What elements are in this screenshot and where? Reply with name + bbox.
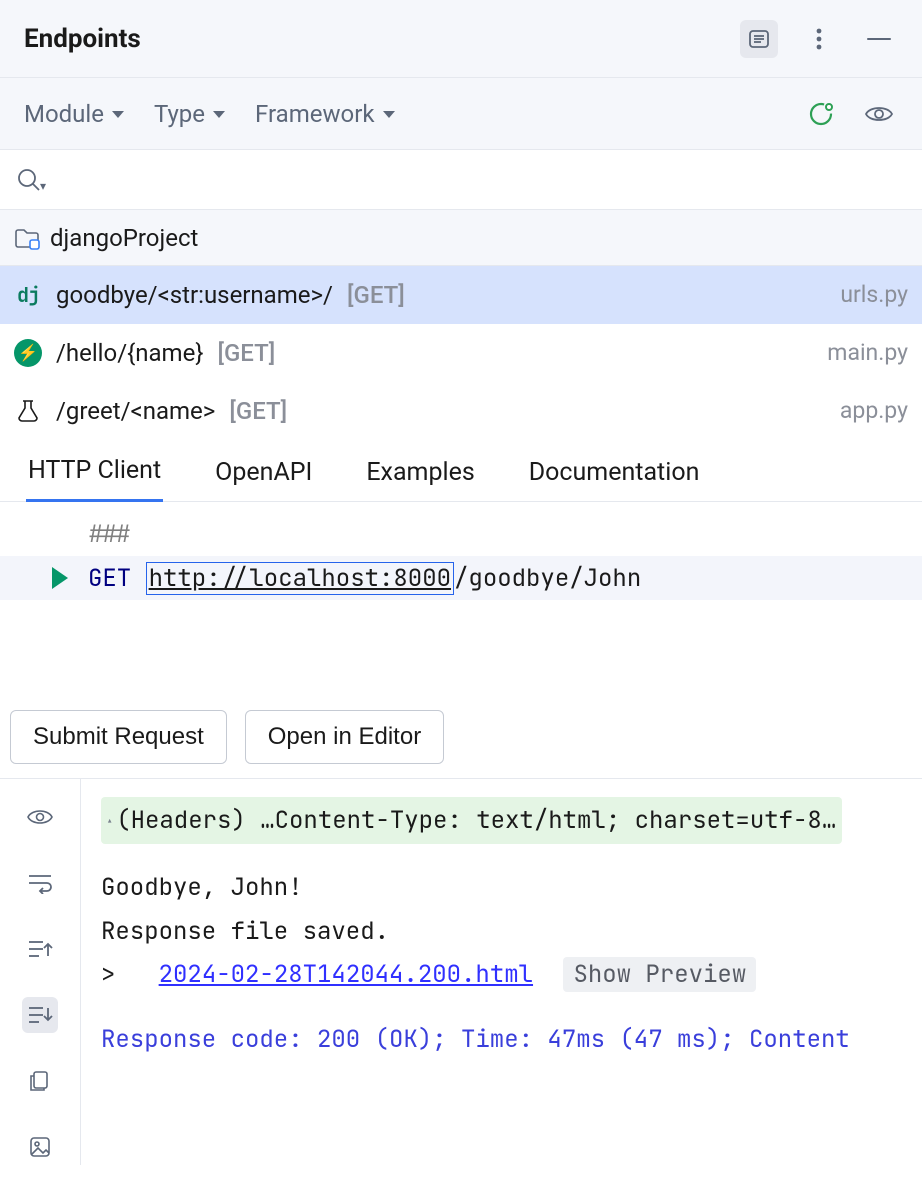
chevron-down-icon [383, 111, 395, 118]
endpoint-method: [GET] [347, 281, 405, 309]
response-headers-line[interactable]: ▸ (Headers) …Content-Type: text/html; ch… [101, 797, 842, 844]
filter-framework-label: Framework [255, 100, 374, 128]
filter-type[interactable]: Type [154, 100, 225, 128]
tab-documentation[interactable]: Documentation [527, 458, 702, 501]
request-url-host[interactable]: http://localhost:8000 [146, 562, 454, 595]
response-status-line: Response code: 200 (OK); Time: 47ms (47 … [101, 1018, 922, 1061]
search-row[interactable]: ▾ [0, 150, 922, 210]
image-icon[interactable] [22, 1129, 58, 1165]
filter-right-icons [802, 95, 898, 133]
response-body: ▸ (Headers) …Content-Type: text/html; ch… [80, 779, 922, 1165]
project-row[interactable]: djangoProject [0, 210, 922, 266]
response-body-line: Goodbye, John! [101, 866, 922, 909]
endpoint-method: [GET] [229, 397, 287, 425]
endpoint-path: /hello/{name} [56, 339, 203, 367]
request-method: GET [88, 563, 131, 594]
endpoint-path: goodbye/<str:username>/ [56, 281, 333, 309]
filter-module[interactable]: Module [24, 100, 124, 128]
filter-bar: Module Type Framework [0, 78, 922, 150]
response-gutter [0, 779, 80, 1165]
filter-module-label: Module [24, 100, 104, 128]
endpoint-row[interactable]: dj goodbye/<str:username>/ [GET] urls.py [0, 266, 922, 324]
response-panel: ▸ (Headers) …Content-Type: text/html; ch… [0, 778, 922, 1165]
endpoint-row[interactable]: ⚡ /hello/{name} [GET] main.py [0, 324, 922, 382]
visibility-icon[interactable] [860, 95, 898, 133]
scroll-to-top-icon[interactable] [22, 931, 58, 967]
filter-type-label: Type [154, 100, 205, 128]
chevron-right-icon: ▸ [100, 817, 122, 824]
eye-icon[interactable] [22, 799, 58, 835]
open-in-editor-button[interactable]: Open in Editor [245, 710, 444, 764]
tab-openapi[interactable]: OpenAPI [213, 458, 314, 501]
filter-framework[interactable]: Framework [255, 100, 394, 128]
endpoint-file: main.py [827, 339, 908, 366]
titlebar: Endpoints [0, 0, 922, 78]
filters: Module Type Framework [24, 100, 395, 128]
titlebar-icons [740, 20, 898, 58]
panel-title: Endpoints [24, 24, 141, 54]
endpoint-row[interactable]: /greet/<name> [GET] app.py [0, 382, 922, 440]
chevron-down-icon [112, 111, 124, 118]
flask-icon [14, 397, 42, 425]
angle-bracket: > [101, 959, 115, 990]
search-icon [16, 167, 42, 193]
minimize-icon[interactable] [860, 20, 898, 58]
endpoint-file: urls.py [840, 281, 908, 308]
headers-label: (Headers) [116, 799, 246, 842]
response-saved-line: Response file saved. [101, 910, 922, 953]
endpoint-path: /greet/<name> [56, 397, 215, 425]
response-file-link[interactable]: 2024-02-28T142044.200.html [159, 959, 533, 990]
request-buttons: Submit Request Open in Editor [0, 600, 922, 778]
view-mode-icon[interactable] [740, 20, 778, 58]
fastapi-icon: ⚡ [14, 339, 42, 367]
tab-examples[interactable]: Examples [364, 458, 476, 501]
refresh-icon[interactable] [802, 95, 840, 133]
endpoint-file: app.py [840, 397, 908, 424]
request-url-path: /goodbye/John [454, 563, 641, 594]
endpoint-method: [GET] [217, 339, 275, 367]
headers-value: …Content-Type: text/html; charset=utf-8… [260, 799, 836, 842]
submit-request-button[interactable]: Submit Request [10, 710, 227, 764]
search-dropdown-icon: ▾ [40, 179, 46, 193]
folder-icon [14, 226, 40, 250]
http-editor[interactable]: ### GET http://localhost:8000/goodbye/Jo… [0, 502, 922, 600]
scroll-to-bottom-icon[interactable] [22, 997, 58, 1033]
show-preview-button[interactable]: Show Preview [563, 957, 756, 992]
chevron-down-icon [213, 111, 225, 118]
request-separator: ### [88, 519, 131, 550]
django-icon: dj [14, 281, 42, 309]
more-options-icon[interactable] [800, 20, 838, 58]
project-name: djangoProject [50, 224, 198, 252]
copy-icon[interactable] [22, 1063, 58, 1099]
run-request-icon[interactable] [52, 567, 68, 589]
tab-bar: HTTP Client OpenAPI Examples Documentati… [0, 440, 922, 502]
soft-wrap-icon[interactable] [22, 865, 58, 901]
tab-http-client[interactable]: HTTP Client [26, 456, 163, 502]
